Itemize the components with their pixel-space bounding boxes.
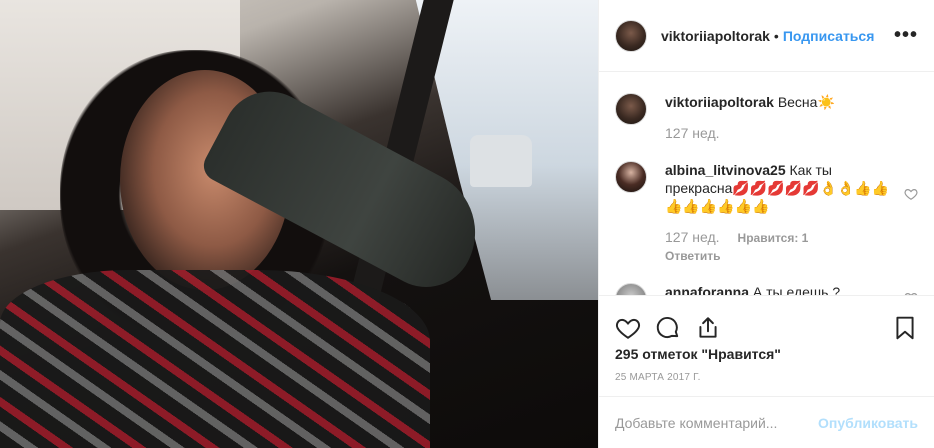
comment-text-line: annaforanna А ты едешь ? <box>665 283 896 295</box>
comment-text: А ты едешь ? <box>752 284 841 295</box>
add-comment-bar: Опубликовать <box>599 396 934 448</box>
comment-text-line: albina_litvinova25 Как ты прекрасна💋💋💋💋💋… <box>665 161 896 215</box>
comment-heart-icon[interactable] <box>904 187 918 201</box>
follow-button[interactable]: Подписаться <box>783 28 875 44</box>
comment-time[interactable]: 127 нед. <box>665 229 720 245</box>
scarf <box>0 270 430 448</box>
post-sidebar: viktoriiapoltorak • Подписаться ••• vikt… <box>598 0 934 448</box>
author-username[interactable]: viktoriiapoltorak <box>661 28 770 44</box>
comment-meta: 127 нед. Нравится: 1 <box>665 229 896 245</box>
comment-time[interactable]: 127 нед. <box>665 125 720 141</box>
comment-username[interactable]: albina_litvinova25 <box>665 162 786 178</box>
post-header: viktoriiapoltorak • Подписаться ••• <box>599 0 934 72</box>
comments-list[interactable]: viktoriiapoltorak Весна☀️ 127 нед. albin… <box>599 73 934 295</box>
comment-meta: 127 нед. <box>665 125 896 141</box>
comment-avatar[interactable] <box>615 161 647 193</box>
comment-text: Весна☀️ <box>777 94 835 110</box>
comment-text-line: viktoriiapoltorak Весна☀️ <box>665 93 896 111</box>
background-car <box>470 135 532 187</box>
share-icon[interactable] <box>695 315 721 341</box>
likes-count[interactable]: 295 отметок "Нравится" <box>615 346 781 362</box>
comment-likes[interactable]: Нравится: 1 <box>738 231 809 245</box>
comment-input[interactable] <box>615 414 819 431</box>
comment-item: viktoriiapoltorak Весна☀️ 127 нед. <box>615 73 918 141</box>
post-actions <box>599 295 934 343</box>
comment-username[interactable]: viktoriiapoltorak <box>665 94 774 110</box>
comment-username[interactable]: annaforanna <box>665 284 749 295</box>
heart-icon[interactable] <box>615 315 641 341</box>
post-photo[interactable] <box>0 0 598 448</box>
publish-button[interactable]: Опубликовать <box>818 415 918 431</box>
bookmark-icon[interactable] <box>892 315 918 341</box>
header-separator: • <box>773 27 779 44</box>
post-view: viktoriiapoltorak • Подписаться ••• vikt… <box>0 0 934 448</box>
post-date[interactable]: 25 марта 2017 г. <box>615 372 701 383</box>
comment-icon[interactable] <box>655 315 681 341</box>
reply-button[interactable]: Ответить <box>665 249 896 263</box>
comment-item: annaforanna А ты едешь ? <box>615 263 918 295</box>
more-options-icon[interactable]: ••• <box>894 24 918 47</box>
comment-avatar[interactable] <box>615 93 647 125</box>
comment-item: albina_litvinova25 Как ты прекрасна💋💋💋💋💋… <box>615 141 918 263</box>
author-avatar[interactable] <box>615 19 647 52</box>
comment-avatar[interactable] <box>615 283 647 295</box>
